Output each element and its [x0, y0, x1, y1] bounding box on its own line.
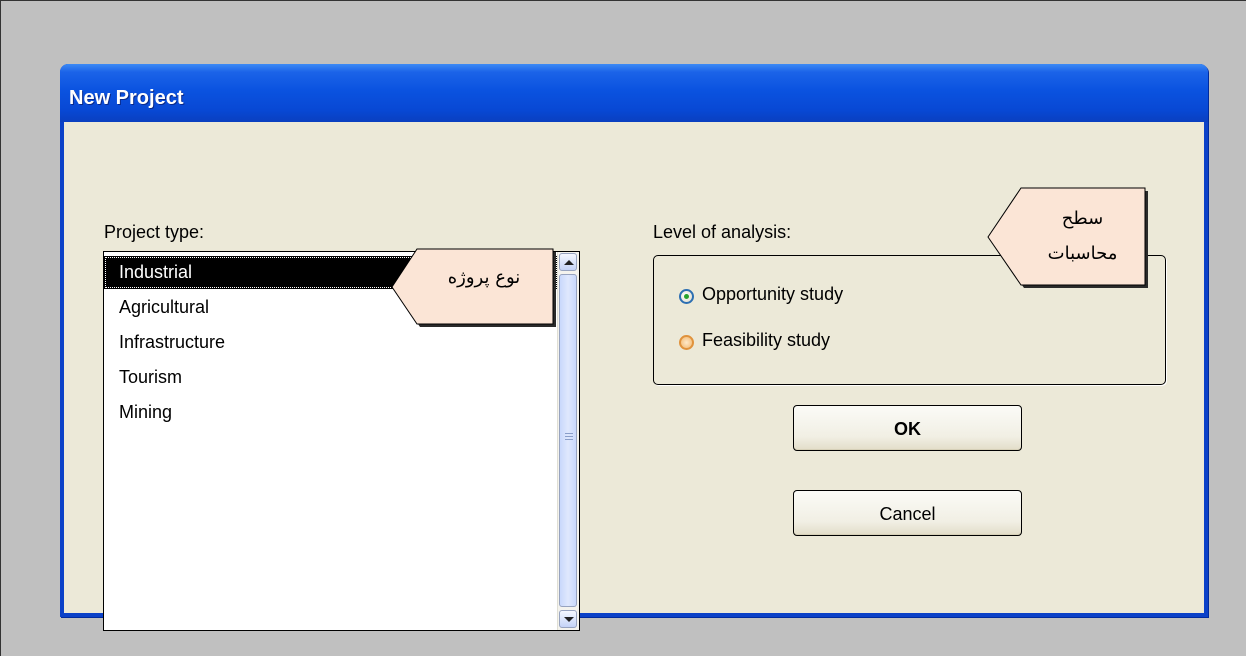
grip-icon — [565, 433, 573, 442]
list-item-tourism[interactable]: Tourism — [104, 361, 558, 394]
list-item-infrastructure[interactable]: Infrastructure — [104, 326, 558, 359]
radio-feasibility-study[interactable] — [679, 335, 694, 350]
scroll-thumb[interactable] — [559, 274, 577, 607]
level-callout-line1: سطح — [1061, 208, 1104, 229]
project-type-callout-text: نوع پروژه — [447, 267, 521, 288]
radio-opportunity-study[interactable] — [679, 289, 694, 304]
project-type-label: Project type: — [104, 222, 205, 242]
level-of-analysis-label: Level of analysis: — [653, 222, 792, 242]
title-bar[interactable]: New Project — [60, 64, 1208, 122]
level-callout — [987, 187, 1148, 288]
dialog-title: New Project — [69, 87, 184, 109]
scroll-up-button[interactable] — [559, 253, 577, 271]
new-project-dialog: New Project Project type: Industrial Agr… — [60, 64, 1208, 631]
scroll-down-button[interactable] — [559, 610, 577, 628]
triangle-up-icon — [564, 260, 574, 265]
radio-selected-dot — [684, 294, 689, 299]
cancel-button[interactable]: Cancel — [793, 490, 1022, 536]
opportunity-study-label[interactable]: Opportunity study — [702, 284, 843, 305]
triangle-down-icon — [564, 617, 574, 622]
level-callout-line2: محاسبات — [1047, 243, 1118, 264]
listbox-scrollbar[interactable] — [557, 252, 579, 630]
list-item-mining[interactable]: Mining — [104, 396, 558, 429]
feasibility-study-label[interactable]: Feasibility study — [702, 330, 830, 351]
ok-button[interactable]: OK — [793, 405, 1022, 451]
